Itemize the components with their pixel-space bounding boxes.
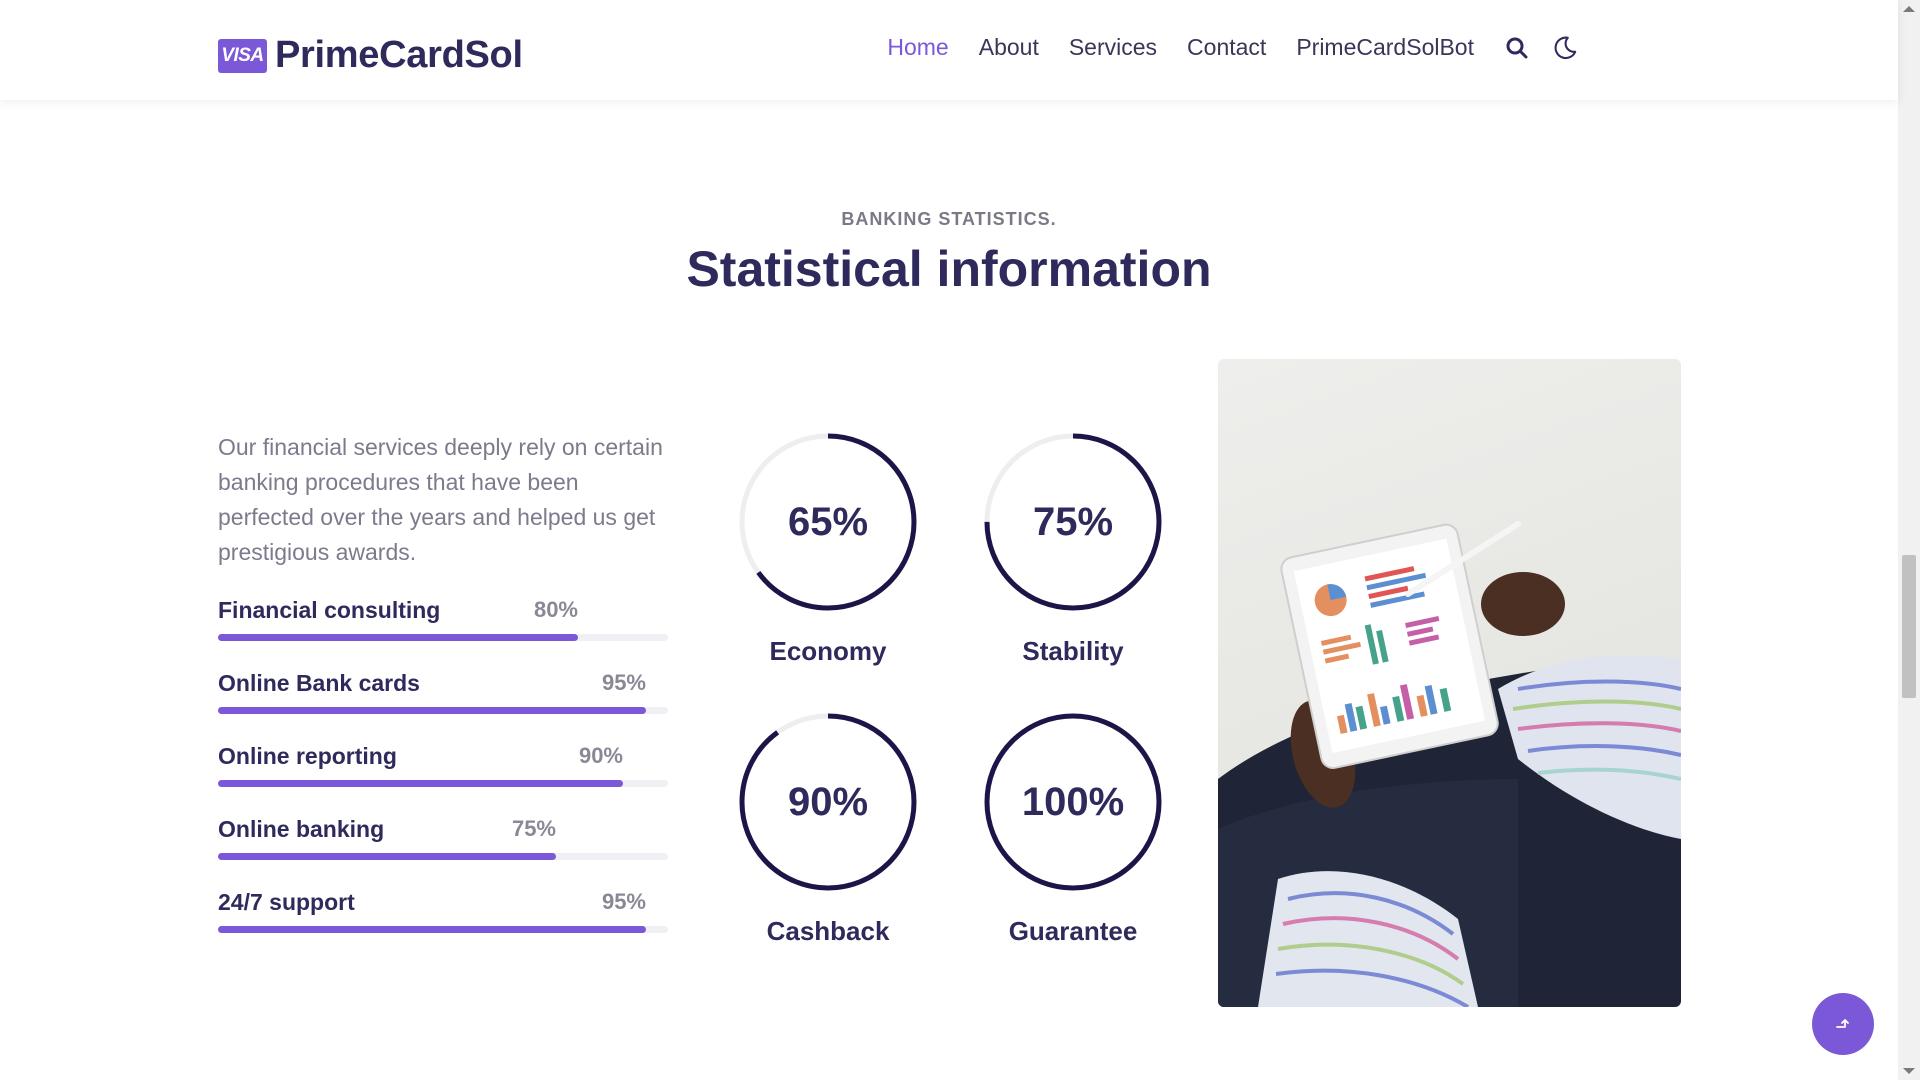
progress-track bbox=[218, 707, 668, 714]
progress-label: Online banking bbox=[218, 816, 385, 842]
nav-icons bbox=[1504, 35, 1578, 61]
progress-label: Financial consulting bbox=[218, 597, 441, 623]
visa-badge: VISA bbox=[218, 38, 267, 73]
circle-label: Cashback bbox=[766, 916, 890, 946]
scroll-up-arrow-icon[interactable] bbox=[1903, 6, 1915, 12]
progress-value: 95% bbox=[601, 670, 646, 695]
nav-primecardsolbot[interactable]: PrimeCardSolBot bbox=[1296, 34, 1474, 61]
tablet-photo bbox=[1218, 359, 1681, 1007]
circle-stats: 65% Economy 75% Stability 90% Cashback 1… bbox=[738, 432, 1168, 952]
progress-item: 24/7 support 95% bbox=[218, 889, 668, 962]
scroll-thumb[interactable] bbox=[1902, 555, 1916, 698]
progress-list: Financial consulting 80% Online Bank car… bbox=[218, 597, 668, 962]
progress-item: Financial consulting 80% bbox=[218, 597, 668, 670]
circle-stat: 90% Cashback bbox=[738, 712, 918, 947]
scrollbar[interactable] bbox=[1898, 0, 1920, 1080]
progress-track bbox=[218, 634, 668, 641]
circle-value: 75% bbox=[1032, 499, 1114, 544]
progress-label: 24/7 support bbox=[218, 889, 355, 915]
progress-value: 80% bbox=[533, 597, 578, 622]
progress-track bbox=[218, 853, 668, 860]
section-subtitle: BANKING STATISTICS. bbox=[841, 209, 1057, 229]
circle-label: Stability bbox=[1022, 636, 1124, 666]
progress-fill bbox=[218, 926, 646, 933]
nav-services[interactable]: Services bbox=[1069, 34, 1157, 61]
circle-stat: 65% Economy bbox=[738, 432, 918, 667]
circle-label: Guarantee bbox=[1008, 916, 1138, 946]
circle-stat: 100% Guarantee bbox=[983, 712, 1163, 947]
progress-label: Online reporting bbox=[218, 743, 397, 769]
circle-stat: 75% Stability bbox=[983, 432, 1163, 667]
circle-label: Economy bbox=[769, 636, 887, 666]
logo-text: PrimeCardSol bbox=[275, 34, 523, 76]
nav-contact[interactable]: Contact bbox=[1187, 34, 1266, 61]
progress-value: 75% bbox=[511, 816, 556, 841]
progress-item: Online Bank cards 95% bbox=[218, 670, 668, 743]
progress-value: 95% bbox=[601, 889, 646, 914]
search-icon[interactable] bbox=[1504, 35, 1530, 61]
progress-track bbox=[218, 780, 668, 787]
circle-value: 100% bbox=[1021, 779, 1125, 824]
progress-item: Online banking 75% bbox=[218, 816, 668, 889]
progress-fill bbox=[218, 780, 623, 787]
progress-fill bbox=[218, 707, 646, 714]
scroll-down-arrow-icon[interactable] bbox=[1903, 1068, 1915, 1074]
circle-value: 65% bbox=[787, 499, 869, 544]
nav-about[interactable]: About bbox=[979, 34, 1039, 61]
progress-label: Online Bank cards bbox=[218, 670, 420, 696]
arrow-up-icon bbox=[1836, 1019, 1849, 1028]
progress-track bbox=[218, 926, 668, 933]
intro-text: Our financial services deeply rely on ce… bbox=[218, 434, 663, 565]
moon-icon[interactable] bbox=[1552, 35, 1578, 61]
progress-value: 90% bbox=[578, 743, 623, 768]
progress-fill bbox=[218, 634, 578, 641]
logo[interactable]: VISA PrimeCardSol bbox=[218, 34, 523, 77]
progress-item: Online reporting 90% bbox=[218, 743, 668, 816]
circle-value: 90% bbox=[787, 779, 869, 824]
progress-fill bbox=[218, 853, 556, 860]
nav-home[interactable]: Home bbox=[887, 34, 948, 61]
site-header: VISA PrimeCardSol Home About Services Co… bbox=[0, 0, 1898, 100]
section-title: Statistical information bbox=[686, 241, 1212, 297]
photo-illustration bbox=[1218, 521, 1681, 1007]
main-nav: Home About Services Contact PrimeCardSol… bbox=[887, 34, 1578, 61]
back-to-top-button[interactable] bbox=[1812, 993, 1874, 1055]
